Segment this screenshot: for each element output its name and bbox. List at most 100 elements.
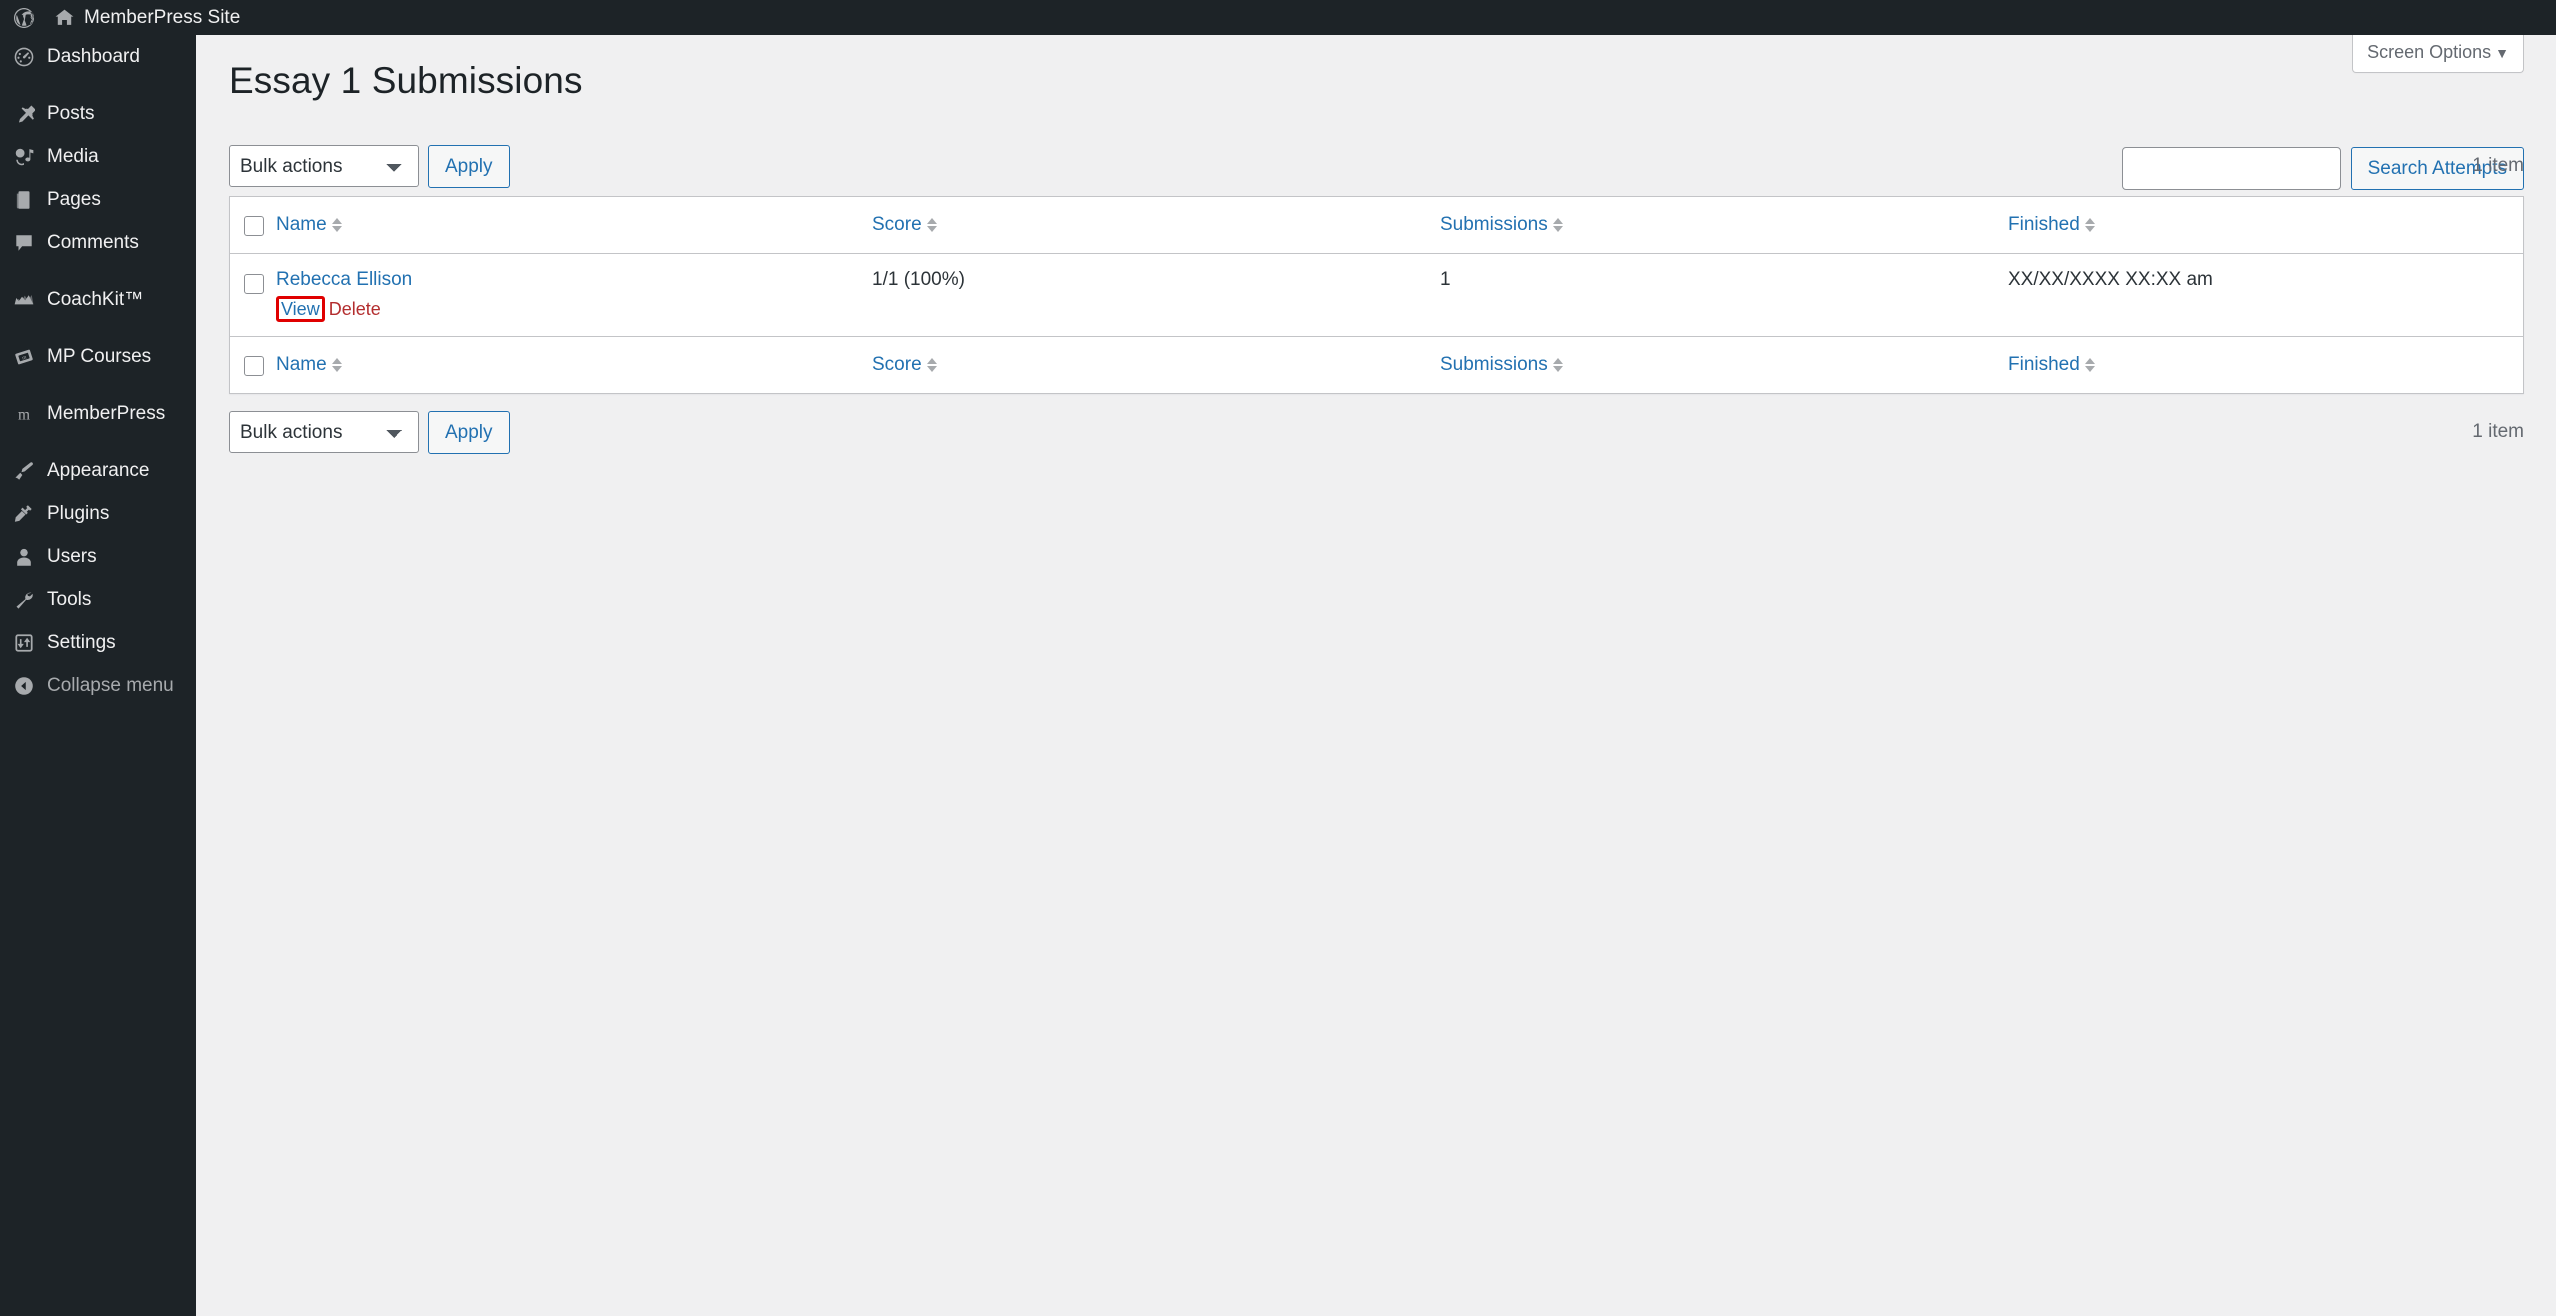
view-action-highlight: View: [276, 296, 325, 323]
view-link[interactable]: View: [281, 299, 320, 319]
apply-button-bottom[interactable]: Apply: [428, 410, 510, 454]
column-header-score[interactable]: Score: [872, 197, 1440, 255]
apply-button-top[interactable]: Apply: [428, 144, 510, 188]
sort-finished-link[interactable]: Finished: [2008, 213, 2095, 237]
sort-finished-link-footer[interactable]: Finished: [2008, 353, 2095, 377]
settings-icon: [13, 632, 47, 654]
screen-options-button[interactable]: Screen Options ▼: [2352, 35, 2524, 73]
column-header-name[interactable]: Name: [276, 197, 872, 255]
wordpress-logo-icon: [12, 6, 36, 30]
column-label: Score: [872, 354, 922, 376]
sidebar-item-posts[interactable]: Posts: [0, 92, 196, 135]
sort-indicator-icon: [2084, 218, 2095, 233]
column-label: Name: [276, 214, 327, 236]
sidebar-item-users[interactable]: Users: [0, 535, 196, 578]
sidebar-item-plugins[interactable]: Plugins: [0, 492, 196, 535]
sort-score-link-footer[interactable]: Score: [872, 353, 937, 377]
sidebar-item-dashboard[interactable]: Dashboard: [0, 35, 196, 78]
sort-indicator-icon: [926, 358, 937, 373]
courses-icon: m: [13, 346, 47, 368]
sidebar-item-label: MemberPress: [47, 403, 166, 424]
media-icon: [13, 146, 47, 168]
column-label: Finished: [2008, 214, 2080, 236]
comments-icon: [13, 232, 47, 254]
row-actions: View Delete: [276, 296, 856, 323]
delete-action: Delete: [329, 299, 381, 319]
table-header-row: Name Score Submissions Finished: [230, 197, 2523, 255]
sidebar-item-pages[interactable]: Pages: [0, 178, 196, 221]
sidebar-separator: [0, 435, 196, 449]
tablenav-bottom: Bulk actionsDelete Apply 1 item: [229, 402, 2524, 462]
sidebar-item-label: CoachKit™: [47, 289, 144, 310]
sort-indicator-icon: [331, 218, 342, 233]
admin-sidebar: Dashboard Posts Media Pages Comments Coa…: [0, 35, 196, 1316]
column-footer-score[interactable]: Score: [872, 336, 1440, 394]
admin-bar: MemberPress Site: [0, 0, 2556, 35]
memberpress-icon: m: [13, 403, 47, 425]
site-name-menu[interactable]: MemberPress Site: [42, 0, 252, 35]
column-footer-name[interactable]: Name: [276, 336, 872, 394]
select-all-checkbox-top[interactable]: [244, 216, 264, 237]
sidebar-item-settings[interactable]: Settings: [0, 621, 196, 664]
column-label: Name: [276, 354, 327, 376]
chart-icon: [13, 289, 47, 311]
wordpress-logo-menu[interactable]: [0, 0, 42, 35]
sidebar-item-label: Media: [47, 146, 99, 167]
sidebar-item-label: Tools: [47, 589, 92, 610]
sort-indicator-icon: [1552, 218, 1563, 233]
row-score-cell: 1/1 (100%): [872, 269, 965, 291]
column-footer-finished[interactable]: Finished: [2008, 336, 2523, 394]
sort-submissions-link-footer[interactable]: Submissions: [1440, 353, 1563, 377]
content-body: Screen Options ▼ Essay 1 Submissions Sear…: [196, 35, 2556, 1316]
sidebar-item-label: Settings: [47, 632, 116, 653]
column-label: Score: [872, 214, 922, 236]
bulk-action-select-bottom[interactable]: Bulk actionsDelete: [229, 411, 419, 454]
collapse-menu-label: Collapse menu: [47, 675, 174, 696]
sidebar-item-mp-courses[interactable]: m MP Courses: [0, 335, 196, 378]
svg-text:m: m: [18, 406, 30, 423]
bulk-actions-top: Bulk actionsDelete Apply: [229, 144, 510, 188]
sidebar-item-label: Posts: [47, 103, 95, 124]
content-area: Screen Options ▼ Essay 1 Submissions Sear…: [196, 35, 2556, 1316]
tablenav-top: Bulk actionsDelete Apply 1 item: [229, 136, 2524, 196]
column-header-submissions[interactable]: Submissions: [1440, 197, 2008, 255]
sort-name-link[interactable]: Name: [276, 213, 342, 237]
table-footer-row: Name Score Submissions Finished: [230, 336, 2523, 394]
pages-icon: [13, 189, 47, 211]
column-label: Submissions: [1440, 354, 1548, 376]
sidebar-item-label: Users: [47, 546, 97, 567]
pin-icon: [13, 103, 47, 125]
sidebar-item-media[interactable]: Media: [0, 135, 196, 178]
wrench-icon: [13, 589, 47, 611]
collapse-menu-button[interactable]: Collapse menu: [0, 664, 196, 707]
select-all-checkbox-bottom[interactable]: [244, 356, 264, 377]
select-all-footer: [230, 336, 276, 394]
item-count-top: 1 item: [2472, 155, 2524, 177]
sidebar-item-label: Pages: [47, 189, 101, 210]
row-finished-cell: XX/XX/XXXX XX:XX am: [2008, 269, 2213, 291]
sort-indicator-icon: [926, 218, 937, 233]
bulk-action-select-top[interactable]: Bulk actionsDelete: [229, 145, 419, 188]
column-footer-submissions[interactable]: Submissions: [1440, 336, 2008, 394]
user-icon: [13, 546, 47, 568]
sidebar-separator: [0, 78, 196, 92]
bulk-actions-bottom: Bulk actionsDelete Apply: [229, 410, 510, 454]
sort-name-link-footer[interactable]: Name: [276, 353, 342, 377]
row-checkbox[interactable]: [244, 274, 264, 295]
column-header-finished[interactable]: Finished: [2008, 197, 2523, 255]
dashboard-icon: [13, 46, 47, 68]
sidebar-item-appearance[interactable]: Appearance: [0, 449, 196, 492]
submission-name-link[interactable]: Rebecca Ellison: [276, 269, 412, 290]
sort-submissions-link[interactable]: Submissions: [1440, 213, 1563, 237]
delete-link[interactable]: Delete: [329, 299, 381, 319]
sidebar-item-comments[interactable]: Comments: [0, 221, 196, 264]
sidebar-item-coachkit[interactable]: CoachKit™: [0, 278, 196, 321]
sort-score-link[interactable]: Score: [872, 213, 937, 237]
sidebar-item-label: Dashboard: [47, 46, 140, 67]
sidebar-item-tools[interactable]: Tools: [0, 578, 196, 621]
table-head: Name Score Submissions Finished: [230, 197, 2523, 255]
sidebar-item-label: Appearance: [47, 460, 150, 481]
row-name-cell: Rebecca Ellison View Delete: [276, 254, 872, 336]
sidebar-item-memberpress[interactable]: m MemberPress: [0, 392, 196, 435]
sidebar-separator: [0, 378, 196, 392]
